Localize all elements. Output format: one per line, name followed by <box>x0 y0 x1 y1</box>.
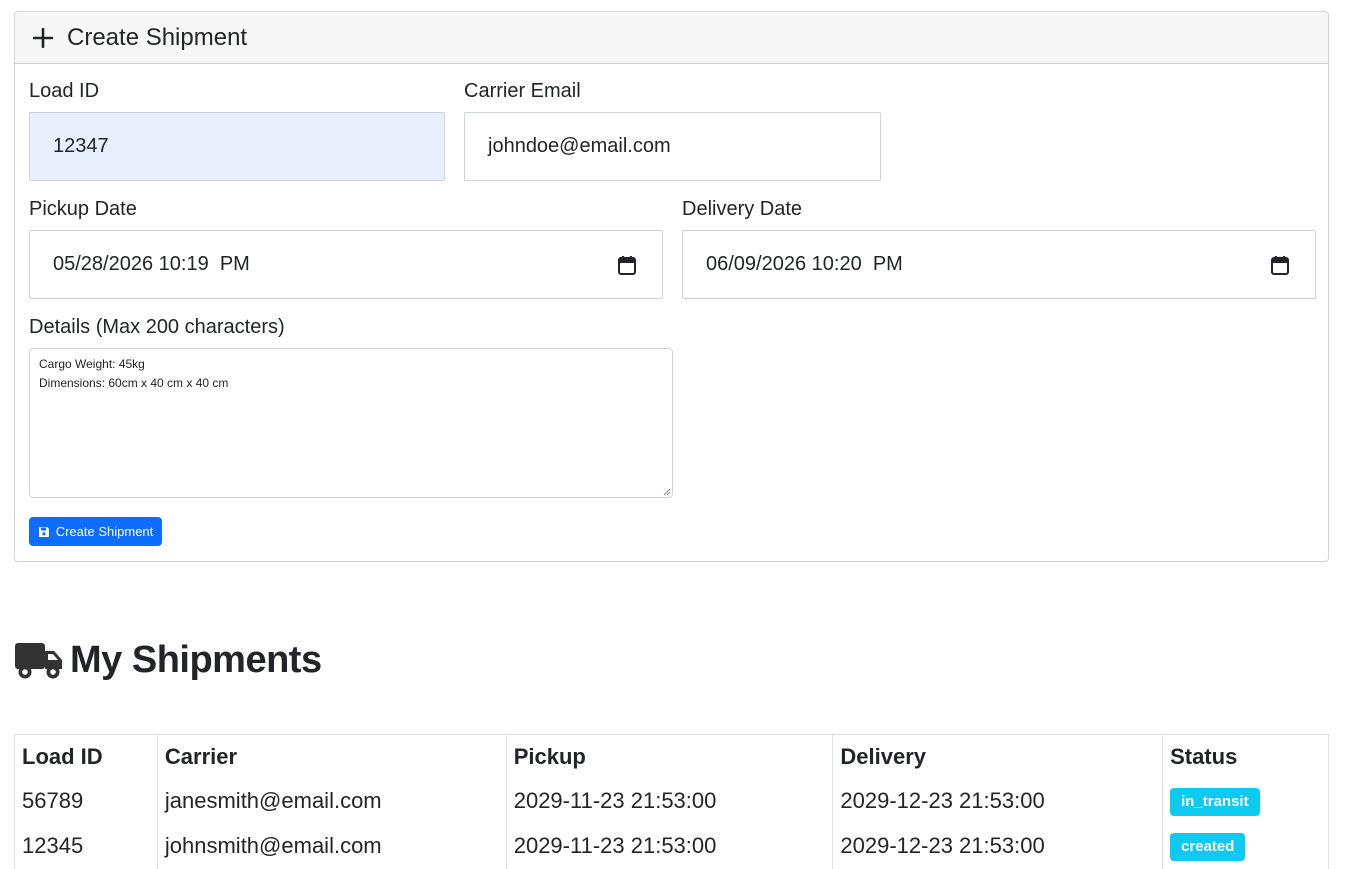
column-header-pickup: Pickup <box>505 734 834 779</box>
create-shipment-button-label: Create Shipment <box>55 524 154 539</box>
status-badge: created <box>1170 833 1246 861</box>
pickup-date-label: Pickup Date <box>29 198 137 220</box>
column-header-load-id: Load ID <box>14 734 158 779</box>
carrier-email-input[interactable]: johndoe@email.com <box>464 112 881 181</box>
shipments-heading: My Shipments <box>14 636 322 684</box>
cell-delivery: 2029-12-23 21:53:00 <box>832 823 1164 869</box>
load-id-input[interactable]: 12347 <box>29 112 445 181</box>
delivery-date-label: Delivery Date <box>682 198 803 220</box>
cell-status: created <box>1162 823 1329 869</box>
details-label: Details (Max 200 characters) <box>29 316 285 338</box>
cell-delivery: 2029-12-23 21:53:00 <box>832 778 1164 824</box>
create-shipment-card: Create Shipment Load ID 12347 Carrier Em… <box>14 11 1329 562</box>
pickup-date-input[interactable]: 05/28/2026 10:19 PM <box>29 230 663 299</box>
calendar-icon[interactable] <box>618 255 636 275</box>
plus-icon <box>33 27 53 48</box>
status-badge: in_transit <box>1170 788 1260 816</box>
table-row: 12345 johnsmith@email.com 2029-11-23 21:… <box>14 823 1329 869</box>
delivery-date-input[interactable]: 06/09/2026 10:20 PM <box>682 230 1316 299</box>
cell-carrier: janesmith@email.com <box>156 778 507 824</box>
section-title: My Shipments <box>70 638 322 681</box>
carrier-email-label: Carrier Email <box>464 80 581 102</box>
save-icon <box>38 526 49 537</box>
cell-pickup: 2029-11-23 21:53:00 <box>505 778 834 824</box>
cell-carrier: johnsmith@email.com <box>156 823 507 869</box>
load-id-value: 12347 <box>53 135 109 157</box>
cell-pickup: 2029-11-23 21:53:00 <box>505 823 834 869</box>
calendar-icon[interactable] <box>1271 255 1289 275</box>
resize-grip-icon[interactable] <box>663 488 671 496</box>
column-header-carrier: Carrier <box>156 734 507 779</box>
cell-load-id: 12345 <box>14 823 158 869</box>
carrier-email-value: johndoe@email.com <box>488 135 671 157</box>
table-row: 56789 janesmith@email.com 2029-11-23 21:… <box>14 778 1329 824</box>
create-shipment-button[interactable]: Create Shipment <box>29 517 162 546</box>
column-header-delivery: Delivery <box>832 734 1164 779</box>
delivery-date-value: 06/09/2026 10:20 PM <box>706 253 903 275</box>
card-title: Create Shipment <box>67 23 248 51</box>
truck-icon <box>15 643 62 679</box>
pickup-date-value: 05/28/2026 10:19 PM <box>53 253 250 275</box>
load-id-label: Load ID <box>29 80 100 102</box>
shipments-table: Load ID Carrier Pickup Delivery Status 5… <box>14 734 1329 869</box>
cell-status: in_transit <box>1162 778 1329 824</box>
details-textarea[interactable]: Cargo Weight: 45kg Dimensions: 60cm x 40… <box>29 348 673 498</box>
table-header-row: Load ID Carrier Pickup Delivery Status <box>14 734 1329 779</box>
column-header-status: Status <box>1162 734 1329 779</box>
card-header: Create Shipment <box>15 12 1328 64</box>
cell-load-id: 56789 <box>14 778 158 824</box>
